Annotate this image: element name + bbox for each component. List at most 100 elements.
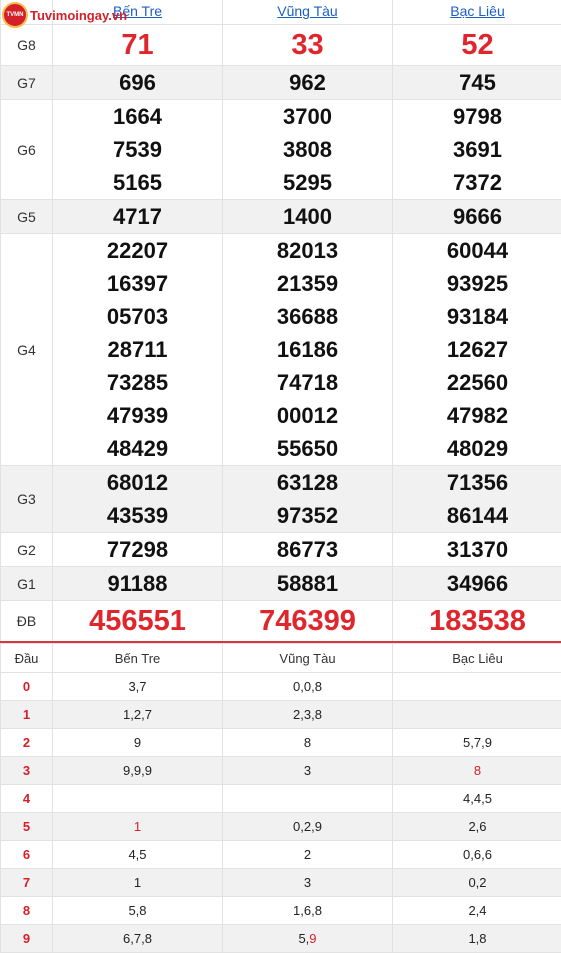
prize-number: 962 [289,70,326,95]
prize-number: 745 [459,70,496,95]
prize-value-cell: 82013 21359 36688 16186 74718 00012 55650 [222,233,393,466]
loto-tail-cell [392,672,561,701]
loto-tail-cell: 1,2,7 [52,700,223,729]
loto-header-province: Bến Tre [52,643,223,673]
prize-value-cell: 60044 93925 93184 12627 22560 47982 48029 [392,233,561,466]
loto-tail-cell: 0,2 [392,868,561,897]
loto-tail-cell [52,784,223,813]
loto-tail-value: 1,6,8 [293,903,322,918]
loto-tail-value: 6,7,8 [123,931,152,946]
prize-number: 1664 [113,104,162,129]
prize-number: 7539 [113,137,162,162]
prize-number: 93925 [446,271,509,296]
prize-number: 28711 [107,337,168,362]
loto-tail-cell: 2,3,8 [222,700,393,729]
loto-row: 1 1,2,7 2,3,8 [0,700,561,729]
loto-dau: 2 [0,728,53,757]
loto-dau: 9 [0,924,53,953]
loto-tail-value: 1,8 [468,931,487,946]
prize-number: 7372 [453,170,502,195]
prize-number: 71356 [446,470,509,495]
loto-tail-value: 5, [298,931,310,946]
province-header-cell: Bạc Liêu [392,0,561,25]
loto-row: 8 5,8 1,6,8 2,4 [0,896,561,925]
loto-row: 7 1 3 0,2 [0,868,561,897]
prize-number: 3691 [453,137,502,162]
site-logo[interactable]: TVMN Tuvimoingay.vn [2,2,127,28]
loto-tail-cell: 1,6,8 [222,896,393,925]
prize-row: G8 71 33 52 [0,24,561,66]
prize-value-cell: 68012 43539 [52,465,223,533]
loto-dau: 7 [0,868,53,897]
loto-tail-cell: 8 [222,728,393,757]
loto-tail-value: 3,7 [128,679,147,694]
loto-tail-cell: 9 [52,728,223,757]
prize-number: 60044 [446,238,509,263]
prize-number: 47939 [106,403,169,428]
prize-number: 93184 [446,304,509,329]
prize-row: G3 68012 43539 63128 97352 71356 86144 [0,465,561,533]
prize-value-cell: 71 [52,24,223,66]
loto-row: 5 1 0,2,9 2,6 [0,812,561,841]
prize-number: 91188 [107,571,168,596]
loto-dau: 5 [0,812,53,841]
loto-tail-cell: 4,5 [52,840,223,869]
prize-row: G4 22207 16397 05703 28711 73285 47939 48429 820… [0,233,561,466]
prize-value-cell: 456551 [52,600,223,643]
loto-tail-value: 1,2,7 [123,707,152,722]
prize-number: 33 [291,29,324,61]
loto-head-table: Đầu Bến Tre Vũng Tàu Bạc Liêu 0 3,7 0,0,8 1… [0,643,561,953]
loto-tail-value: 9,9,9 [123,763,152,778]
prize-number: 5295 [283,170,332,195]
prize-number: 74718 [276,370,339,395]
prize-label: ĐB [0,600,53,643]
loto-dau: 3 [0,756,53,785]
prize-number: 3808 [283,137,332,162]
loto-tail-value: 3 [303,875,312,890]
prize-label: G8 [0,24,53,66]
prize-number: 36688 [276,304,339,329]
prize-number: 86144 [446,503,509,528]
loto-tail-value: 0,2,9 [293,819,322,834]
prize-value-cell: 9798 3691 7372 [392,99,561,200]
loto-row: 4 4,4,5 [0,784,561,813]
loto-tail-value: 9 [309,931,317,946]
prize-number: 63128 [276,470,339,495]
loto-row: 0 3,7 0,0,8 [0,672,561,701]
prize-value-cell: 3700 3808 5295 [222,99,393,200]
loto-tail-cell: 9,9,9 [52,756,223,785]
loto-tail-cell: 1 [52,812,223,841]
prize-value-cell: 86773 [222,532,393,567]
prize-value-cell: 71356 86144 [392,465,561,533]
province-link[interactable]: Bạc Liêu [450,3,504,19]
prize-label: G3 [0,465,53,533]
loto-tail-cell [392,700,561,729]
prize-value-cell: 1664 7539 5165 [52,99,223,200]
loto-tail-cell: 2,4 [392,896,561,925]
prize-number: 31370 [446,537,509,562]
province-link[interactable]: Vũng Tàu [277,3,337,19]
loto-tail-value: 1 [133,819,142,834]
loto-dau: 8 [0,896,53,925]
prize-value-cell: 9666 [392,199,561,234]
loto-tail-cell: 0,6,6 [392,840,561,869]
prize-value-cell: 91188 [52,566,223,601]
prize-number: 34966 [446,571,509,596]
loto-header-province: Bạc Liêu [392,643,561,673]
prize-number: 55650 [276,436,339,461]
prize-value-cell: 183538 [392,600,561,643]
prize-number: 68012 [106,470,169,495]
prize-number: 5165 [113,170,162,195]
prize-number: 05703 [106,304,169,329]
prize-number: 58881 [276,571,339,596]
prize-value-cell: 962 [222,65,393,100]
loto-tail-cell: 6,7,8 [52,924,223,953]
prize-number: 16397 [106,271,169,296]
prize-label: G5 [0,199,53,234]
prize-number: 3700 [283,104,332,129]
prize-row: G7 696 962 745 [0,65,561,100]
loto-dau: 1 [0,700,53,729]
loto-dau: 6 [0,840,53,869]
loto-tail-value: 2,6 [468,819,487,834]
loto-tail-value: 0,2 [468,875,487,890]
